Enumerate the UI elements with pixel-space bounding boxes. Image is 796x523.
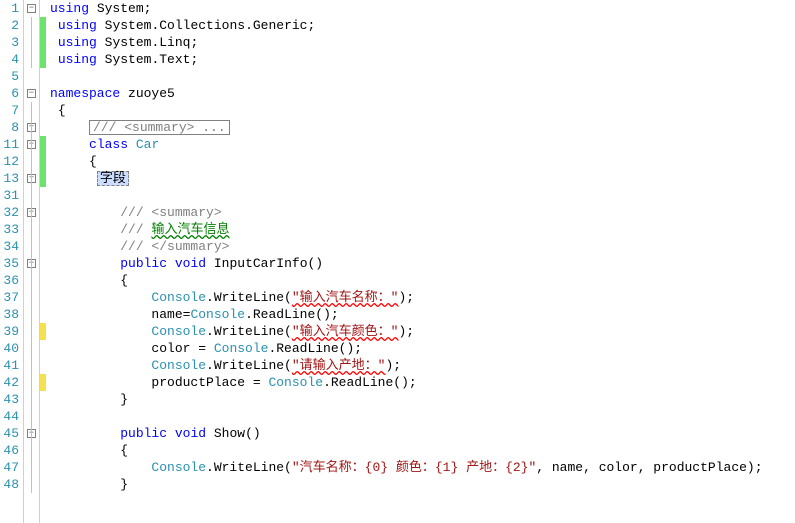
line-num: 44 [0,408,19,425]
line-num: 48 [0,476,19,493]
line-num: 41 [0,357,19,374]
line-num: 12 [0,153,19,170]
change-marker [40,374,46,391]
fold-toggle[interactable]: + [24,119,39,136]
line-num: 46 [0,442,19,459]
collapsed-region-selected[interactable]: 字段 [97,171,129,186]
change-marker [40,136,46,153]
fold-toggle[interactable]: − [24,136,39,153]
line-num: 42 [0,374,19,391]
change-marker [40,153,46,170]
line-num: 40 [0,340,19,357]
line-num: 1 [0,0,19,17]
line-num: 32 [0,204,19,221]
line-num: 38 [0,306,19,323]
line-num: 11 [0,136,19,153]
line-num: 13 [0,170,19,187]
line-num: 3 [0,34,19,51]
line-num: 37 [0,289,19,306]
line-num: 2 [0,17,19,34]
change-marker [40,323,46,340]
fold-toggle[interactable]: − [24,0,39,17]
line-num: 39 [0,323,19,340]
line-num: 7 [0,102,19,119]
line-num: 5 [0,68,19,85]
fold-toggle[interactable]: − [24,255,39,272]
line-num: 36 [0,272,19,289]
change-marker [40,51,46,68]
fold-toggle[interactable]: − [24,204,39,221]
line-number-gutter: 1 2 3 4 5 6 7 8 11 12 13 31 32 33 34 35 … [0,0,24,523]
change-marker [40,34,46,51]
change-indicator-gutter [40,0,50,523]
line-num: 45 [0,425,19,442]
change-marker [40,17,46,34]
change-marker [40,170,46,187]
fold-gutter: − − + − + − − − [24,0,40,523]
collapsed-region[interactable]: /// <summary> ... [89,120,230,135]
fold-toggle[interactable]: − [24,85,39,102]
line-num: 31 [0,187,19,204]
line-num: 6 [0,85,19,102]
fold-toggle[interactable]: + [24,170,39,187]
line-num: 47 [0,459,19,476]
line-num: 35 [0,255,19,272]
line-num: 43 [0,391,19,408]
line-num: 34 [0,238,19,255]
fold-toggle[interactable]: − [24,425,39,442]
line-num: 33 [0,221,19,238]
line-num: 8 [0,119,19,136]
code-editor[interactable]: using System; using System.Collections.G… [50,0,796,523]
line-num: 4 [0,51,19,68]
